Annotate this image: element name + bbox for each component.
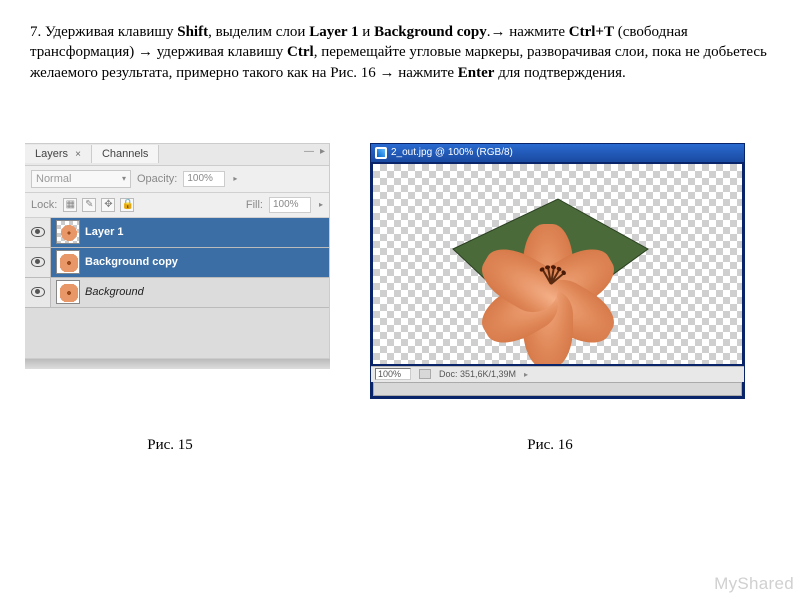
fill-label: Fill: bbox=[246, 199, 263, 211]
tab-channels[interactable]: Channels bbox=[92, 145, 159, 163]
lock-paint-icon[interactable]: ✎ bbox=[82, 198, 96, 212]
doc-info: Doc: 351,6K/1,39M bbox=[439, 369, 516, 379]
tab-channels-label: Channels bbox=[102, 148, 148, 160]
lock-transparent-icon[interactable]: ▦ bbox=[63, 198, 77, 212]
nav-icon[interactable] bbox=[419, 369, 431, 379]
panel-shadow bbox=[25, 359, 330, 369]
tab-layers-label: Layers bbox=[35, 148, 68, 160]
minimize-icon[interactable]: — bbox=[304, 146, 314, 157]
lock-row: Lock: ▦ ✎ ✥ 🔒 Fill: 100% ▸ bbox=[25, 193, 329, 218]
figure-captions: Рис. 15 Рис. 16 bbox=[0, 399, 800, 454]
status-bar: 100% Doc: 351,6K/1,39M ▸ bbox=[371, 366, 744, 382]
visibility-toggle[interactable] bbox=[25, 218, 51, 247]
close-icon[interactable]: × bbox=[75, 149, 81, 160]
canvas-area[interactable] bbox=[373, 164, 742, 364]
layer-thumbnail[interactable] bbox=[56, 280, 80, 304]
blend-options-row: Normal ▾ Opacity: 100% ▸ bbox=[25, 166, 329, 193]
flower-image bbox=[468, 204, 628, 324]
layer-row-background-copy[interactable]: Background copy bbox=[25, 248, 329, 278]
eye-icon bbox=[31, 227, 45, 237]
window-title: 2_out.jpg @ 100% (RGB/8) bbox=[391, 147, 513, 158]
eye-icon bbox=[31, 257, 45, 267]
menu-icon[interactable]: ▸ bbox=[320, 146, 325, 157]
opacity-input[interactable]: 100% bbox=[183, 171, 225, 187]
fill-input[interactable]: 100% bbox=[269, 197, 311, 213]
instruction-text: 7. Удерживая клавишу Shift, выделим слои… bbox=[0, 0, 800, 83]
layer-name: Layer 1 bbox=[85, 226, 124, 238]
step-number: 7. bbox=[30, 24, 41, 40]
layer-thumbnail[interactable] bbox=[56, 220, 80, 244]
layer-list: Layer 1 Background copy Background bbox=[25, 218, 329, 358]
blend-mode-value: Normal bbox=[36, 173, 71, 185]
window-titlebar[interactable]: 2_out.jpg @ 100% (RGB/8) bbox=[371, 144, 744, 162]
visibility-toggle[interactable] bbox=[25, 278, 51, 307]
panel-tabs: Layers × Channels — ▸ bbox=[25, 144, 329, 166]
lock-label: Lock: bbox=[31, 199, 57, 211]
layers-panel: Layers × Channels — ▸ Normal ▾ Opacity: … bbox=[25, 143, 330, 359]
layer-row-background[interactable]: Background bbox=[25, 278, 329, 308]
chevron-down-icon: ▾ bbox=[122, 174, 126, 183]
layer-list-empty-area bbox=[25, 308, 329, 358]
lock-all-icon[interactable]: 🔒 bbox=[120, 198, 134, 212]
eye-icon bbox=[31, 287, 45, 297]
opacity-slider-icon[interactable]: ▸ bbox=[233, 174, 237, 183]
opacity-label: Opacity: bbox=[137, 173, 177, 185]
transformed-layer[interactable] bbox=[443, 194, 653, 334]
zoom-input[interactable]: 100% bbox=[375, 368, 411, 380]
watermark: MyShared bbox=[714, 574, 794, 594]
lock-icons: ▦ ✎ ✥ 🔒 bbox=[63, 198, 136, 212]
chevron-right-icon[interactable]: ▸ bbox=[524, 370, 528, 379]
caption-fig15: Рис. 15 bbox=[0, 437, 340, 454]
caption-fig16: Рис. 16 bbox=[340, 437, 760, 454]
tab-layers[interactable]: Layers × bbox=[25, 145, 92, 163]
fill-slider-icon[interactable]: ▸ bbox=[319, 200, 323, 209]
blend-mode-select[interactable]: Normal ▾ bbox=[31, 170, 131, 188]
app-icon bbox=[375, 147, 387, 159]
horizontal-scrollbar[interactable] bbox=[373, 382, 742, 396]
visibility-toggle[interactable] bbox=[25, 248, 51, 277]
layer-name: Background copy bbox=[85, 256, 178, 268]
layer-thumbnail[interactable] bbox=[56, 250, 80, 274]
lock-move-icon[interactable]: ✥ bbox=[101, 198, 115, 212]
layer-row-layer1[interactable]: Layer 1 bbox=[25, 218, 329, 248]
layer-name: Background bbox=[85, 286, 144, 298]
image-window: 2_out.jpg @ 100% (RGB/8) bbox=[370, 143, 745, 399]
